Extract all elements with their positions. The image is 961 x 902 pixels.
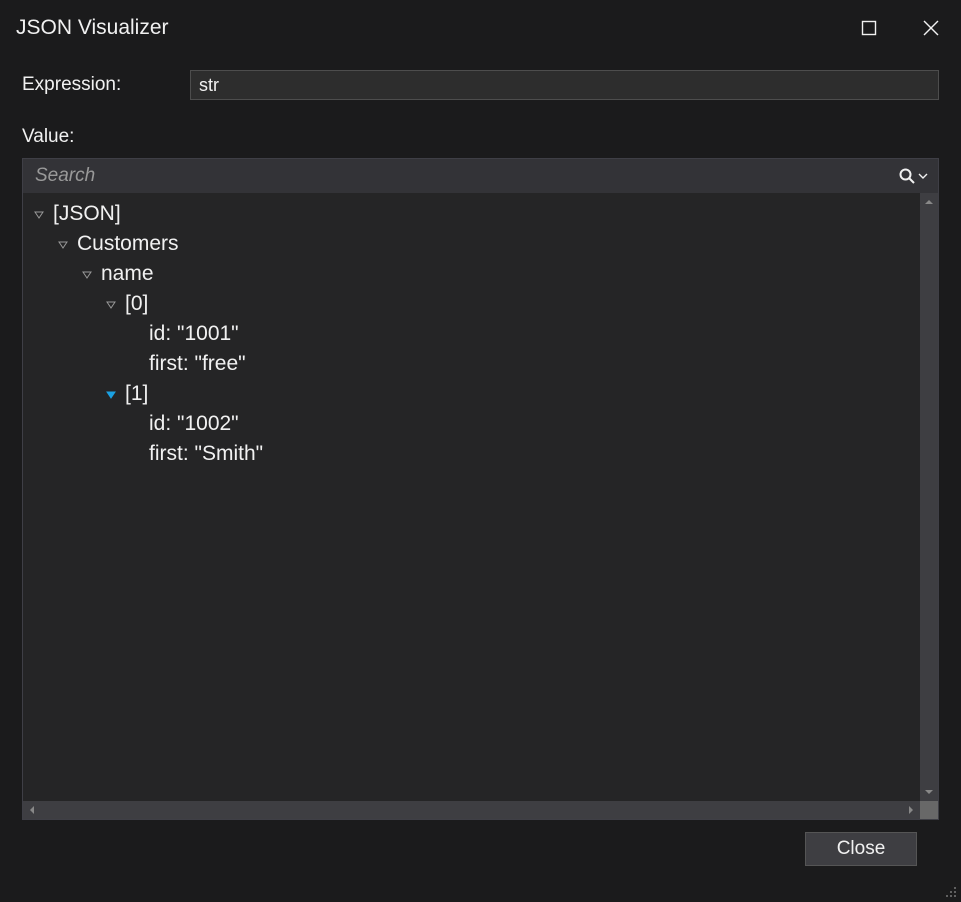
chevron-down-icon [918,171,928,181]
tree-node-label: [0] [125,289,148,319]
tree-node-item-1[interactable]: [1] [31,379,920,409]
window-title: JSON Visualizer [16,16,169,40]
tree-scroll-area: [JSON] Customers [23,193,938,801]
maximize-button[interactable] [847,6,891,50]
search-button[interactable] [894,167,932,185]
close-button-label: Close [837,838,886,860]
json-visualizer-window: JSON Visualizer Expression: Value: [0,0,961,902]
scroll-up-icon[interactable] [920,193,938,211]
maximize-icon [861,20,877,36]
horizontal-scrollbar[interactable] [23,801,938,819]
scroll-down-icon[interactable] [920,783,938,801]
search-input[interactable] [33,164,894,188]
search-icon [898,167,916,185]
tree-leaf-label: id: "1002" [149,409,239,439]
close-button[interactable]: Close [805,832,917,866]
expander-icon[interactable] [55,236,71,252]
tree-node-customers[interactable]: Customers [31,229,920,259]
tree-node-root[interactable]: [JSON] [31,199,920,229]
resize-grip[interactable] [941,882,959,900]
scroll-left-icon[interactable] [23,801,41,819]
tree-node-name[interactable]: name [31,259,920,289]
value-label: Value: [22,126,939,148]
tree-node-label: [JSON] [53,199,121,229]
resize-grip-icon [941,882,959,900]
tree-leaf-first-1[interactable]: first: "Smith" [31,439,920,469]
expression-row: Expression: [22,70,939,100]
close-icon [922,19,940,37]
scrollbar-corner [920,801,938,819]
expander-icon[interactable] [103,296,119,312]
expression-input[interactable] [190,70,939,100]
content-area: Expression: Value: [0,56,961,902]
vertical-scrollbar[interactable] [920,193,938,801]
close-window-button[interactable] [909,6,953,50]
window-controls [847,6,953,50]
tree-node-label: name [101,259,154,289]
search-bar [23,159,938,193]
expander-icon-active[interactable] [103,386,119,402]
tree-node-item-0[interactable]: [0] [31,289,920,319]
tree-node-label: Customers [77,229,179,259]
expander-icon[interactable] [31,206,47,222]
tree-node-label: [1] [125,379,148,409]
scroll-right-icon[interactable] [902,801,920,819]
tree-leaf-id-0[interactable]: id: "1001" [31,319,920,349]
tree-leaf-label: first: "Smith" [149,439,263,469]
value-panel: [JSON] Customers [22,158,939,820]
tree-leaf-first-0[interactable]: first: "free" [31,349,920,379]
expression-label: Expression: [22,74,190,96]
tree-leaf-id-1[interactable]: id: "1002" [31,409,920,439]
tree-leaf-label: id: "1001" [149,319,239,349]
footer: Close [22,820,939,866]
tree-leaf-label: first: "free" [149,349,246,379]
json-tree[interactable]: [JSON] Customers [23,193,920,801]
expander-icon[interactable] [79,266,95,282]
titlebar: JSON Visualizer [0,0,961,56]
